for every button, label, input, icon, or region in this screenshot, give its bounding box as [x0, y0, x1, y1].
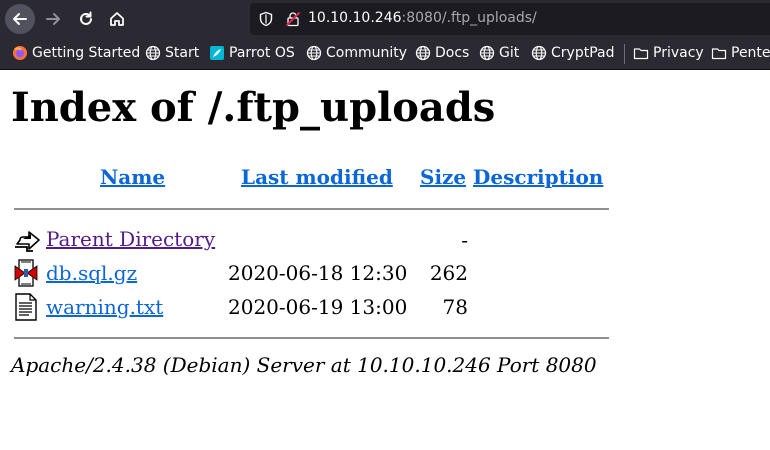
firefox-icon — [12, 45, 28, 61]
bookmark-git[interactable]: Git — [479, 45, 519, 61]
server-signature: Apache/2.4.38 (Debian) Server at 10.10.1… — [11, 353, 597, 377]
column-header-name[interactable]: Name — [100, 165, 165, 189]
bookmark-getting-started[interactable]: Getting Started — [12, 45, 140, 61]
bookmark-label: CryptPad — [551, 45, 615, 61]
tracking-protection-shield-icon[interactable] — [258, 11, 274, 27]
compressed-file-icon — [14, 259, 38, 287]
bookmarks-separator — [624, 44, 625, 64]
parrot-icon — [209, 45, 225, 61]
url-host: 10.10.10.246 — [308, 10, 402, 26]
bookmark-label: Getting Started — [32, 45, 141, 61]
globe-icon — [415, 45, 431, 61]
header-divider — [14, 208, 609, 210]
reload-button[interactable] — [71, 4, 101, 34]
bookmark-folder-pente[interactable]: Pente — [711, 45, 770, 61]
bookmark-label: Pente — [731, 45, 770, 61]
back-button[interactable] — [5, 4, 35, 34]
last-modified-cell: 2020-06-18 12:30 — [228, 261, 408, 285]
bookmark-start[interactable]: Start — [145, 45, 199, 61]
parent-directory-link[interactable]: Parent Directory — [46, 227, 215, 251]
column-header-description[interactable]: Description — [473, 165, 603, 189]
folder-icon — [711, 45, 727, 61]
forward-button[interactable] — [38, 4, 68, 34]
file-link-db-sql-gz[interactable]: db.sql.gz — [46, 261, 137, 285]
size-cell: 78 — [442, 295, 468, 319]
bookmark-label: Community — [326, 45, 408, 61]
bookmark-label: Docs — [435, 45, 470, 61]
bookmark-cryptpad[interactable]: CryptPad — [531, 45, 614, 61]
column-header-size[interactable]: Size — [420, 165, 466, 189]
last-modified-cell: 2020-06-19 13:00 — [228, 295, 408, 319]
back-arrow-icon — [15, 231, 40, 252]
globe-icon — [145, 45, 161, 61]
file-link-warning-txt[interactable]: warning.txt — [46, 295, 163, 319]
home-button[interactable] — [102, 4, 132, 34]
forward-arrow-icon — [46, 13, 60, 25]
insecure-lock-icon[interactable] — [285, 11, 301, 27]
bookmark-label: Start — [165, 45, 200, 61]
bookmark-folder-privacy[interactable]: Privacy — [633, 45, 704, 61]
url-path: :8080/.ftp_uploads/ — [401, 10, 537, 26]
globe-icon — [531, 45, 547, 61]
reload-icon — [80, 11, 92, 25]
home-icon — [110, 12, 124, 26]
page-title: Index of /.ftp_uploads — [11, 84, 496, 131]
browser-toolbar: 10.10.10.246:8080/.ftp_uploads/ — [0, 0, 770, 38]
bookmark-parrot-os[interactable]: Parrot OS — [209, 45, 295, 61]
url-text[interactable]: 10.10.10.246:8080/.ftp_uploads/ — [308, 10, 537, 26]
size-cell: - — [461, 228, 468, 252]
bookmark-community[interactable]: Community — [306, 45, 407, 61]
text-file-icon — [15, 293, 37, 321]
globe-icon — [479, 45, 495, 61]
address-bar[interactable]: 10.10.10.246:8080/.ftp_uploads/ — [250, 3, 770, 35]
back-arrow-icon — [13, 13, 27, 25]
footer-divider — [14, 337, 609, 339]
size-cell: 262 — [429, 261, 468, 285]
bookmarks-toolbar: Getting Started Start Parrot OS Communit… — [0, 38, 770, 70]
bookmark-docs[interactable]: Docs — [415, 45, 469, 61]
globe-icon — [306, 45, 322, 61]
bookmark-label: Git — [499, 45, 520, 61]
bookmark-label: Privacy — [653, 45, 704, 61]
folder-icon — [633, 45, 649, 61]
bookmark-label: Parrot OS — [229, 45, 295, 61]
column-header-last-modified[interactable]: Last modified — [241, 165, 393, 189]
